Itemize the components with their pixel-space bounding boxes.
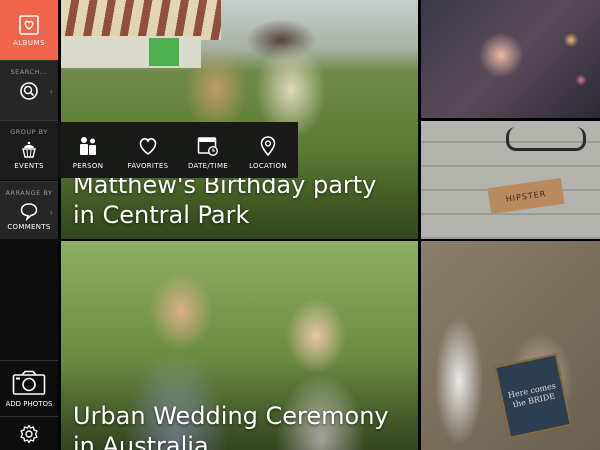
- fence: [61, 36, 201, 68]
- arrange-by-current: COMMENTS: [7, 223, 51, 231]
- gear-icon: [20, 424, 38, 443]
- album-title: Urban Wedding Ceremony in Australia: [73, 401, 389, 450]
- group-by-person-label: PERSON: [72, 162, 104, 170]
- group-by-favorites-label: FAVORITES: [127, 162, 169, 170]
- arrange-by-title: ARRANGE BY: [5, 189, 53, 197]
- cupcake-icon: [22, 141, 36, 158]
- group-by-favorites[interactable]: FAVORITES: [118, 122, 178, 178]
- calendar-clock-icon: [197, 137, 218, 156]
- chalkboard-sign: Here comes the BRIDE: [494, 353, 572, 439]
- green-fence: [149, 38, 179, 66]
- person-icon: [80, 137, 96, 155]
- comment-icon: [20, 203, 38, 221]
- glasses: [506, 127, 586, 151]
- sidebar: ALBUMS SEARCH... › GROUP BY EVENTS ARRAN…: [0, 0, 58, 450]
- album-photo-wedding[interactable]: Urban Wedding Ceremony in Australia: [61, 241, 418, 450]
- group-by-location-label: LOCATION: [249, 162, 287, 170]
- group-by-button[interactable]: GROUP BY EVENTS: [0, 120, 58, 180]
- add-photos-label: ADD PHOTOS: [5, 399, 53, 408]
- group-by-datetime[interactable]: DATE/TIME: [178, 122, 238, 178]
- hipster-tag: HIPSTER: [487, 177, 565, 215]
- album-title-line: in Australia: [73, 432, 209, 450]
- photo-kids-bride-sign[interactable]: Here comes the BRIDE: [421, 241, 600, 450]
- arrange-by-button[interactable]: ARRANGE BY COMMENTS ›: [0, 181, 58, 239]
- chevron-right-icon: ›: [49, 87, 53, 96]
- search-button[interactable]: SEARCH... ›: [0, 60, 58, 120]
- group-by-person[interactable]: PERSON: [58, 122, 118, 178]
- settings-button[interactable]: [0, 416, 58, 450]
- album-title: Matthew's Birthday party in Central Park: [73, 170, 376, 230]
- group-by-location[interactable]: LOCATION: [238, 122, 298, 178]
- album-photo-birthday[interactable]: Matthew's Birthday party in Central Park: [61, 0, 418, 239]
- location-pin-icon: [260, 136, 276, 156]
- camera-icon: [12, 370, 46, 395]
- tent-stripes: [61, 0, 221, 40]
- group-by-current: EVENTS: [14, 162, 44, 170]
- search-icon: [20, 82, 38, 100]
- albums-label: ALBUMS: [12, 38, 46, 47]
- search-title: SEARCH...: [10, 68, 48, 76]
- group-by-datetime-label: DATE/TIME: [187, 162, 229, 170]
- add-photos-button[interactable]: ADD PHOTOS: [0, 360, 58, 416]
- photo-cupcake[interactable]: [421, 0, 600, 118]
- album-title-line: Urban Wedding Ceremony: [73, 402, 389, 430]
- group-by-menu: PERSON FAVORITES DATE/TIME LOCATION: [58, 122, 298, 178]
- chevron-right-icon: ›: [49, 208, 53, 217]
- albums-button[interactable]: ALBUMS: [0, 0, 58, 60]
- photo-hipster-tag[interactable]: HIPSTER: [421, 121, 600, 239]
- heart-icon: [139, 137, 157, 156]
- group-by-title: GROUP BY: [10, 128, 48, 136]
- album-title-line: in Central Park: [73, 201, 250, 229]
- albums-icon: [19, 14, 39, 35]
